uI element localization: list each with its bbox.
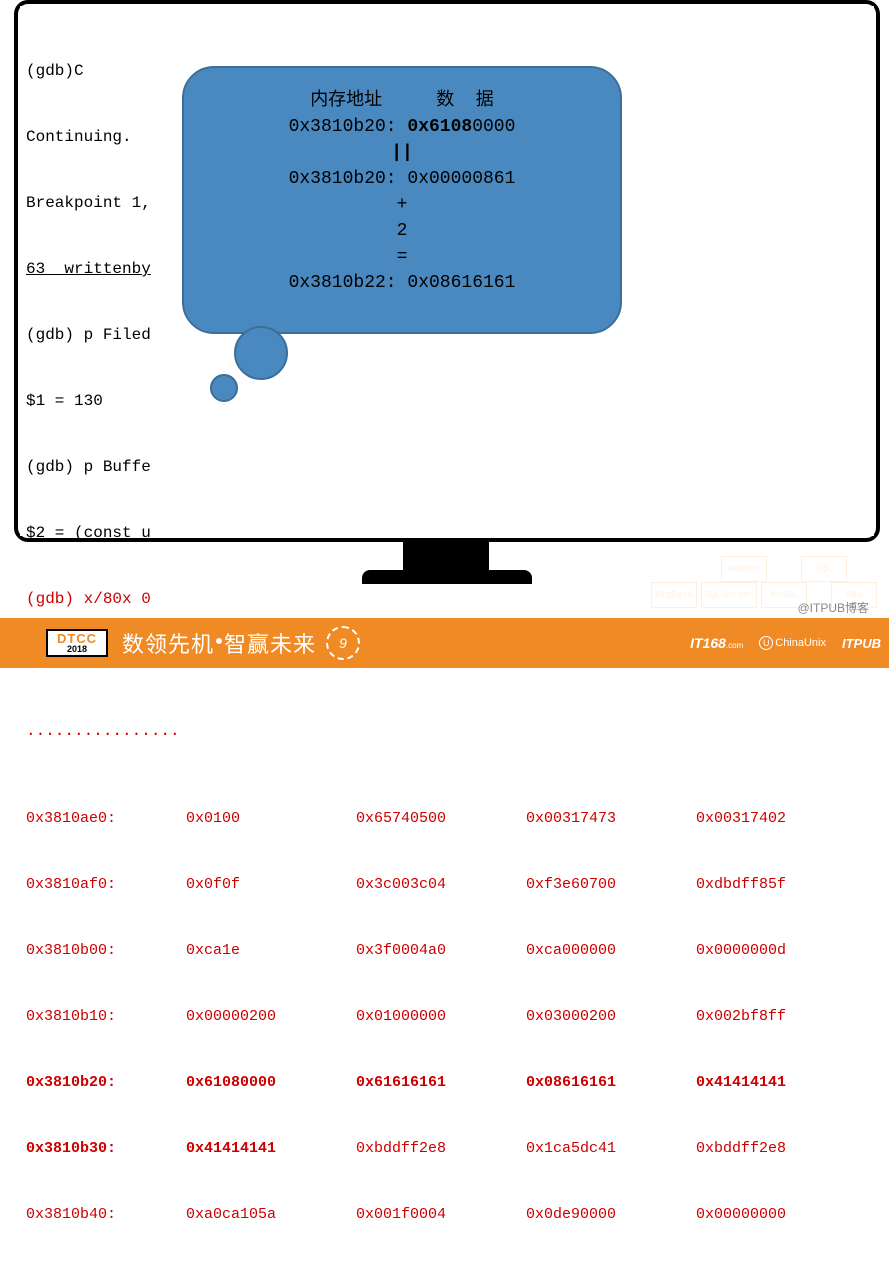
mem-row: 0x3810b00: 0xca1e 0x3f0004a0 0xca000000 …	[26, 940, 868, 962]
monitor-base	[362, 570, 532, 584]
bubble-row: 0x3810b20: 0x00000861	[224, 166, 580, 192]
mem-row: 0x3810b10: 0x00000200 0x01000000 0x03000…	[26, 1006, 868, 1028]
callout-bubble: 内存地址 数 据 0x3810b20: 0x61080000 || 0x3810…	[182, 66, 622, 334]
footer-bar: DTCC 2018 数领先机智赢未来 9 IT168.com UChinaUni…	[0, 618, 889, 668]
bubble-header: 内存地址 数 据	[224, 88, 580, 114]
presentation-slide: (gdb)C Continuing. Breakpoint 1, 63 writ…	[0, 0, 889, 668]
mem-row: 0x3810af0: 0x0f0f 0x3c003c04 0xf3e60700 …	[26, 874, 868, 896]
anniversary-badge: 9	[326, 626, 360, 660]
watermark: @ITPUB博客	[797, 599, 869, 616]
itpub-logo: ITPUB	[842, 636, 881, 651]
bubble-row: 0x3810b22: 0x08616161	[224, 270, 580, 296]
dtcc-logo: DTCC 2018	[46, 629, 108, 657]
footer-logos: IT168.com UChinaUnix ITPUB	[690, 635, 881, 651]
bubble-tail	[210, 374, 238, 402]
it168-logo: IT168.com	[690, 635, 743, 651]
bubble-sep: ||	[224, 140, 580, 166]
mem-row-highlight: 0x3810b20: 0x61080000 0x61616161 0x08616…	[26, 1072, 868, 1094]
chinaunix-logo: UChinaUnix	[759, 636, 826, 650]
bubble-two: 2	[224, 218, 580, 244]
bubble-plus: +	[224, 192, 580, 218]
monitor-stand	[403, 542, 489, 570]
mem-row: 0x3810ae0: 0x0100 0x65740500 0x00317473 …	[26, 808, 868, 830]
bubble-eq: =	[224, 244, 580, 270]
gdb-line: $2 = (const u	[26, 522, 868, 544]
bubble-row: 0x3810b20: 0x61080000	[224, 114, 580, 140]
bubble-tail	[234, 326, 288, 380]
mem-row: 0x3810b30: 0x41414141 0xbddff2e8 0x1ca5d…	[26, 1138, 868, 1160]
mem-row: 0x3810b40: 0xa0ca105a 0x001f0004 0x0de90…	[26, 1204, 868, 1226]
gdb-line: (gdb) p Buffe	[26, 456, 868, 478]
gdb-dots: ................	[26, 720, 868, 742]
gdb-line-red: (gdb) x/80x 0	[26, 588, 868, 610]
gdb-line: $1 = 130	[26, 390, 868, 412]
footer-slogan: 数领先机智赢未来	[122, 627, 316, 659]
